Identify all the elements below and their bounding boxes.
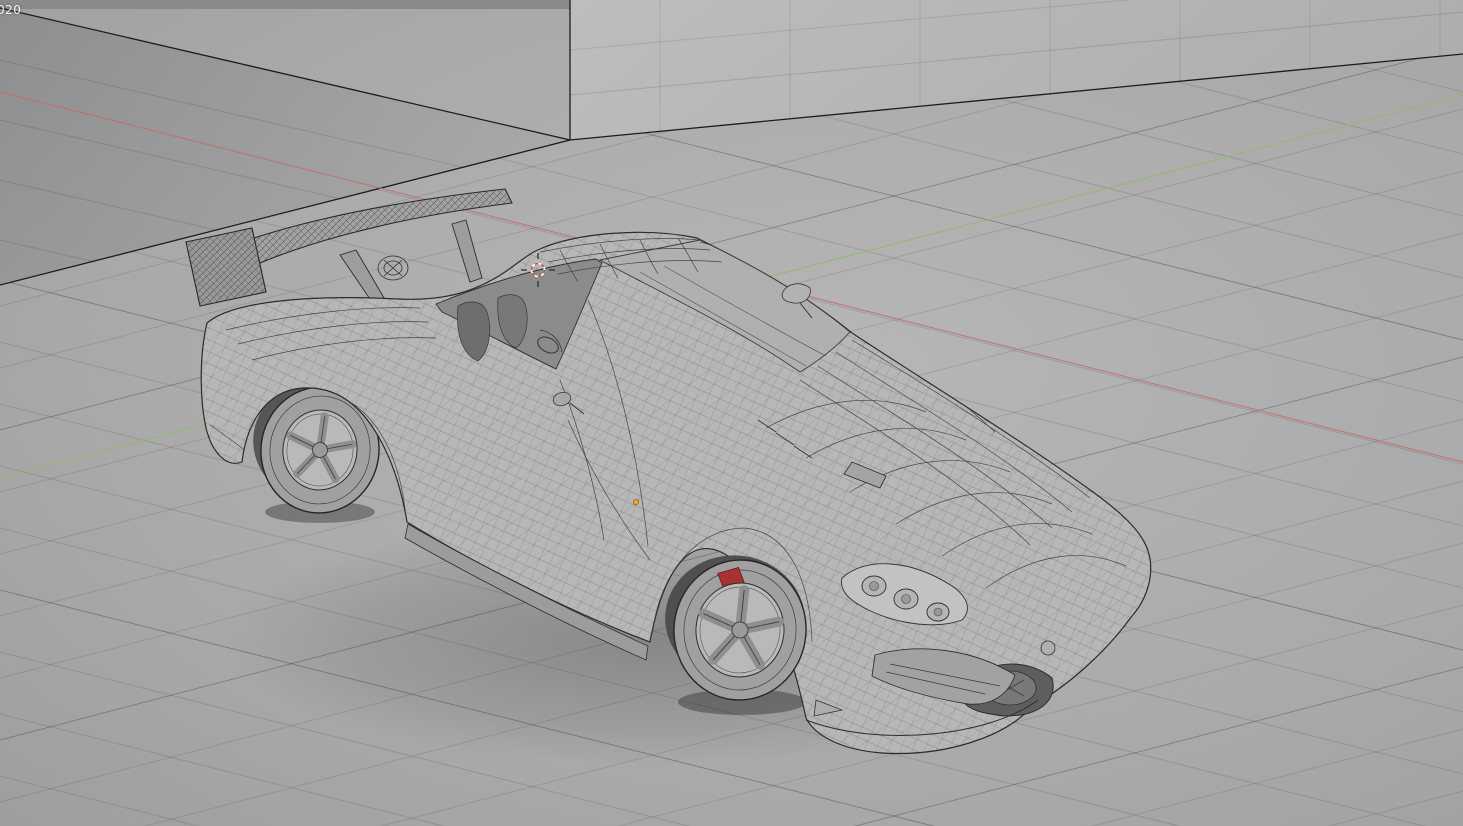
wall-top-strip <box>0 0 570 9</box>
object-origin[interactable] <box>633 499 639 505</box>
fog-light <box>1040 640 1056 656</box>
viewport-canvas[interactable] <box>0 0 1463 826</box>
3d-viewport[interactable]: 020 <box>0 0 1463 826</box>
frame-label: 020 <box>0 3 22 17</box>
